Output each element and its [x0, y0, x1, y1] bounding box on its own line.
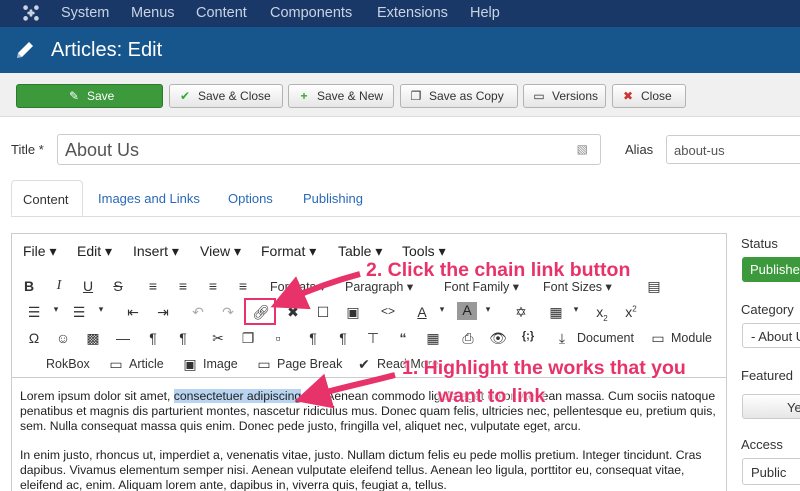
annotation-step1-line2: want to link: [438, 385, 546, 407]
annotation-step1-line1: 1. Highlight the works that you: [402, 357, 686, 379]
annotation-arrows: [270, 271, 396, 409]
annotation-step2: 2. Click the chain link button: [366, 259, 631, 281]
